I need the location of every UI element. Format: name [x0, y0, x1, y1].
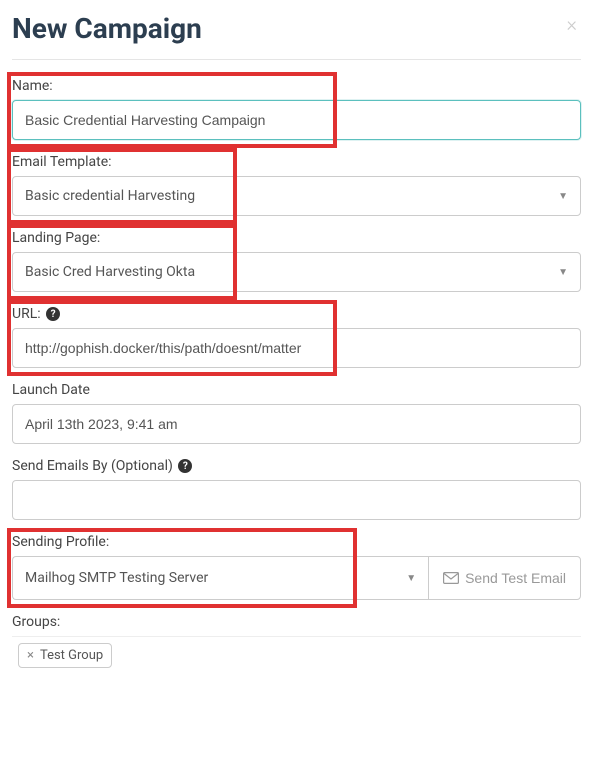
field-email-template: Email Template: Basic credential Harvest… [12, 154, 581, 216]
send-test-label: Send Test Email [465, 570, 566, 586]
landing-page-value: Basic Cred Harvesting Okta [25, 264, 195, 280]
field-launch-date: Launch Date [12, 382, 581, 444]
field-groups: Groups: × Test Group [12, 614, 581, 674]
sending-profile-label: Sending Profile: [12, 534, 581, 550]
field-url: URL: ? [12, 306, 581, 368]
launch-date-label: Launch Date [12, 382, 581, 398]
field-name: Name: [12, 78, 581, 140]
remove-tag-icon[interactable]: × [27, 648, 34, 663]
envelope-icon [443, 572, 459, 584]
close-icon[interactable]: × [563, 12, 581, 36]
send-by-input[interactable] [12, 480, 581, 520]
send-by-label: Send Emails By (Optional) ? [12, 458, 581, 474]
email-template-value: Basic credential Harvesting [25, 188, 195, 204]
email-template-label: Email Template: [12, 154, 581, 170]
name-label: Name: [12, 78, 581, 94]
launch-date-input[interactable] [12, 404, 581, 444]
landing-page-label: Landing Page: [12, 230, 581, 246]
field-send-by: Send Emails By (Optional) ? [12, 458, 581, 520]
send-test-email-button[interactable]: Send Test Email [428, 556, 581, 600]
group-tag-label: Test Group [40, 648, 103, 663]
url-label: URL: ? [12, 306, 581, 322]
url-input[interactable] [12, 328, 581, 368]
field-landing-page: Landing Page: Basic Cred Harvesting Okta… [12, 230, 581, 292]
modal-title: New Campaign [12, 12, 202, 45]
modal-header: New Campaign × [12, 12, 581, 60]
chevron-down-icon: ▼ [558, 191, 568, 202]
email-template-select[interactable]: Basic credential Harvesting ▼ [12, 176, 581, 216]
help-icon[interactable]: ? [178, 459, 192, 473]
field-sending-profile: Sending Profile: Mailhog SMTP Testing Se… [12, 534, 581, 600]
groups-label: Groups: [12, 614, 581, 630]
name-input[interactable] [12, 100, 581, 140]
chevron-down-icon: ▼ [406, 573, 416, 584]
help-icon[interactable]: ? [46, 307, 60, 321]
landing-page-select[interactable]: Basic Cred Harvesting Okta ▼ [12, 252, 581, 292]
chevron-down-icon: ▼ [558, 267, 568, 278]
sending-profile-value: Mailhog SMTP Testing Server [25, 570, 208, 586]
groups-container[interactable]: × Test Group [12, 636, 581, 674]
sending-profile-select[interactable]: Mailhog SMTP Testing Server ▼ [12, 556, 428, 600]
group-tag[interactable]: × Test Group [18, 643, 112, 668]
